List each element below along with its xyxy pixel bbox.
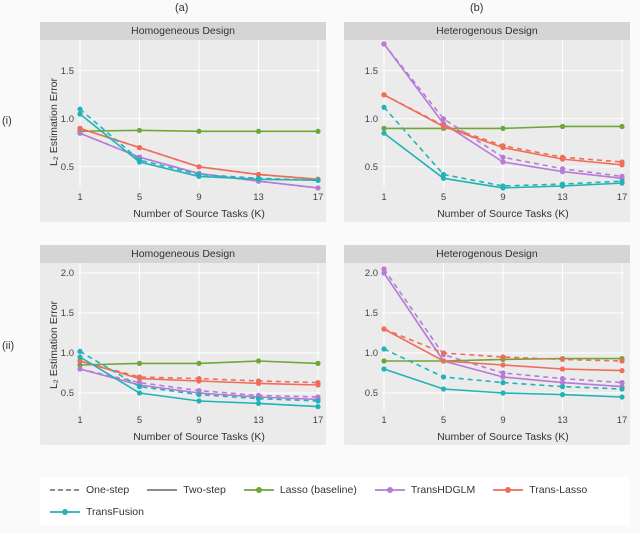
svg-text:1.5: 1.5 — [61, 308, 74, 319]
svg-text:17: 17 — [313, 415, 324, 426]
svg-text:9: 9 — [196, 415, 201, 426]
strip-ii-a: Homogeneous Design — [40, 245, 326, 263]
panel-ii-a: Homogeneous Design L₂ Estimation Error 0… — [40, 245, 326, 445]
strip-ii-b: Heterogenous Design — [344, 245, 630, 263]
strip-i-b: Heterogenous Design — [344, 22, 630, 40]
svg-text:1.0: 1.0 — [365, 114, 378, 125]
col-label-b: (b) — [470, 2, 483, 14]
legend-key-dashed-icon — [50, 483, 80, 497]
legend-key-transhdglm-icon — [375, 483, 405, 497]
legend-key-translasso-icon — [493, 483, 523, 497]
legend-key-solid-icon — [147, 483, 177, 497]
x-axis-label: Number of Source Tasks (K) — [382, 208, 624, 220]
legend-label: Two-step — [183, 484, 226, 496]
svg-text:9: 9 — [196, 192, 201, 203]
svg-text:13: 13 — [557, 415, 568, 426]
legend-linetype-two: Two-step — [147, 483, 226, 497]
svg-text:17: 17 — [313, 192, 324, 203]
svg-text:17: 17 — [617, 192, 628, 203]
svg-text:1.5: 1.5 — [365, 308, 378, 319]
legend-label: Trans-Lasso — [529, 484, 587, 496]
legend-method-transhdglm: TransHDGLM — [375, 483, 475, 497]
svg-text:1.0: 1.0 — [61, 114, 74, 125]
legend-linetype-one: One-step — [50, 483, 129, 497]
legend-label: TransFusion — [86, 506, 144, 518]
svg-text:1: 1 — [381, 192, 386, 203]
svg-text:0.5: 0.5 — [365, 162, 378, 173]
svg-text:13: 13 — [557, 192, 568, 203]
row-label-i: (i) — [2, 115, 12, 127]
strip-i-a: Homogeneous Design — [40, 22, 326, 40]
x-axis-label: Number of Source Tasks (K) — [78, 208, 320, 220]
legend-method-translasso: Trans-Lasso — [493, 483, 587, 497]
svg-text:2.0: 2.0 — [365, 268, 378, 279]
legend-label: One-step — [86, 484, 129, 496]
svg-text:5: 5 — [441, 415, 446, 426]
svg-text:1: 1 — [77, 415, 82, 426]
svg-text:5: 5 — [441, 192, 446, 203]
y-axis-label: L₂ Estimation Error — [48, 78, 60, 166]
svg-text:17: 17 — [617, 415, 628, 426]
svg-text:13: 13 — [253, 192, 264, 203]
x-axis-label: Number of Source Tasks (K) — [382, 431, 624, 443]
svg-text:5: 5 — [137, 415, 142, 426]
legend-method-lasso: Lasso (baseline) — [244, 483, 357, 497]
panel-ii-b: Heterogenous Design 0.51.01.52.01591317 … — [344, 245, 630, 445]
svg-text:1.0: 1.0 — [61, 348, 74, 359]
svg-text:1.0: 1.0 — [365, 348, 378, 359]
legend-label: Lasso (baseline) — [280, 484, 357, 496]
legend: One-step Two-step Lasso (baseline) Trans… — [40, 477, 630, 525]
plot-i-a: 0.51.01.51591317 — [78, 40, 320, 188]
plot-i-b: 0.51.01.51591317 — [382, 40, 624, 188]
row-ii: Homogeneous Design L₂ Estimation Error 0… — [40, 245, 630, 445]
svg-text:0.5: 0.5 — [365, 388, 378, 399]
svg-text:1: 1 — [381, 415, 386, 426]
column-labels: (a) (b) — [0, 0, 640, 20]
panel-i-b: Heterogenous Design 0.51.01.51591317 Num… — [344, 22, 630, 222]
svg-text:9: 9 — [500, 415, 505, 426]
svg-text:5: 5 — [137, 192, 142, 203]
legend-method-transfusion: TransFusion — [50, 505, 144, 519]
plot-ii-b: 0.51.01.52.01591317 — [382, 263, 624, 411]
x-axis-label: Number of Source Tasks (K) — [78, 431, 320, 443]
y-axis-label: L₂ Estimation Error — [48, 301, 60, 389]
svg-text:0.5: 0.5 — [61, 388, 74, 399]
figure: (a) (b) (i) (ii) Homogeneous Design L₂ E… — [0, 0, 640, 533]
legend-label: TransHDGLM — [411, 484, 475, 496]
legend-key-lasso-icon — [244, 483, 274, 497]
svg-text:13: 13 — [253, 415, 264, 426]
plot-ii-a: 0.51.01.52.01591317 — [78, 263, 320, 411]
panel-i-a: Homogeneous Design L₂ Estimation Error 0… — [40, 22, 326, 222]
legend-key-transfusion-icon — [50, 505, 80, 519]
svg-text:9: 9 — [500, 192, 505, 203]
svg-text:0.5: 0.5 — [61, 162, 74, 173]
row-i: Homogeneous Design L₂ Estimation Error 0… — [40, 22, 630, 222]
svg-text:1.5: 1.5 — [61, 66, 74, 77]
col-label-a: (a) — [175, 2, 188, 14]
svg-text:1: 1 — [77, 192, 82, 203]
row-label-ii: (ii) — [2, 340, 14, 352]
svg-text:1.5: 1.5 — [365, 66, 378, 77]
svg-text:2.0: 2.0 — [61, 268, 74, 279]
